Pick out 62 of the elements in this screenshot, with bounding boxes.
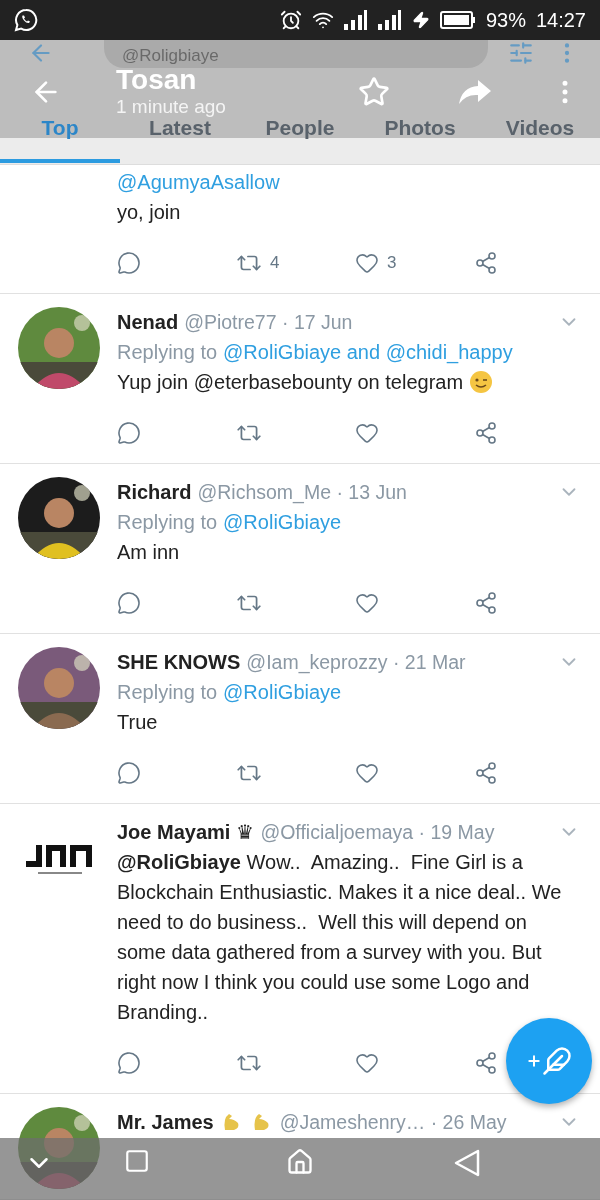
handle-and-date: @Jameshenry… · 26 May [279, 1110, 507, 1135]
handle-and-date: @Iam_keprozzy · 21 Mar [246, 650, 466, 676]
user-name: Richard [117, 480, 192, 505]
tab[interactable]: Photos [360, 118, 480, 138]
share-icon[interactable] [474, 761, 498, 785]
like-icon[interactable] [355, 1051, 379, 1075]
signal-icon [343, 10, 368, 30]
tab[interactable]: Videos [480, 118, 600, 138]
tab[interactable]: Latest [120, 118, 240, 138]
like-count: 3 [387, 253, 397, 273]
user-name: Mr. James [117, 1110, 214, 1135]
tweet-text: Am inn [117, 540, 180, 565]
alarm-icon [279, 9, 302, 31]
battery-percent: 93% [485, 8, 526, 32]
user-name: SHE KNOWS [117, 650, 241, 675]
handle-and-date: @Piotre77 · 17 Jun [184, 310, 353, 335]
home-icon[interactable] [286, 1148, 314, 1176]
reply-icon[interactable] [117, 421, 141, 445]
crown-symbol: ♛ [236, 820, 255, 845]
share-icon[interactable] [474, 591, 498, 615]
tab[interactable]: Top [0, 118, 120, 138]
mention-link[interactable]: @RoliGbiaye and @chidi_happy [223, 337, 513, 367]
charging-icon [411, 11, 430, 29]
tweet-text: True [117, 710, 158, 735]
back-triangle-icon[interactable] [452, 1148, 482, 1178]
like-icon[interactable] [355, 591, 379, 615]
tab[interactable]: People [240, 118, 360, 138]
search-field[interactable]: @Roligbiaye [104, 40, 488, 68]
feather-icon [542, 1046, 572, 1076]
signal-icon [377, 10, 402, 30]
share-icon[interactable] [474, 421, 498, 445]
mention-link[interactable]: @AgumyaAsallow [117, 167, 580, 197]
reply-icon[interactable] [117, 251, 141, 275]
handle-and-date: @Richsom_Me · 13 Jun [197, 480, 407, 506]
mention-link[interactable]: @RoliGbiaye [223, 507, 342, 537]
replying-label: Replying to [117, 340, 218, 365]
like-icon[interactable] [355, 251, 379, 275]
replying-label: Replying to [117, 680, 218, 705]
recent-apps-icon[interactable] [124, 1148, 150, 1174]
like-icon[interactable] [355, 761, 379, 785]
share-icon[interactable] [474, 251, 498, 275]
replying-label: Replying to [117, 510, 218, 535]
battery-icon [439, 10, 476, 30]
reply-icon[interactable] [117, 591, 141, 615]
retweet-count: 4 [270, 253, 280, 273]
reply-icon[interactable] [117, 761, 141, 785]
whatsapp-icon [14, 8, 38, 32]
plus-icon [526, 1053, 542, 1069]
handle-and-date: @Officialjoemaya · 19 May [260, 820, 495, 845]
tweet-text: Yup join @eterbasebounty on telegram [117, 370, 464, 395]
like-icon[interactable] [355, 421, 379, 445]
share-icon[interactable] [474, 1051, 498, 1075]
clock-time: 14:27 [535, 8, 586, 32]
user-name: Joe Mayami [117, 820, 231, 845]
compose-button[interactable] [506, 1018, 592, 1104]
reply-icon[interactable] [117, 1051, 141, 1075]
header-title: Tosan [116, 65, 198, 95]
tweet-text: yo, join [117, 200, 181, 225]
user-name: Nenad [117, 310, 179, 335]
tweet-text: @RoliGbiaye Wow.. Amazing.. Fine Girl is a Blockchain Enthusiastic. Makes it a nice deal.. We need to do business.. Well this will depend on some data gathered from a survey with you. But right now I think you could use some Logo and Branding.. [117, 850, 563, 1025]
star-icon[interactable] [358, 76, 390, 108]
mention-link[interactable]: @RoliGbiaye [223, 677, 342, 707]
